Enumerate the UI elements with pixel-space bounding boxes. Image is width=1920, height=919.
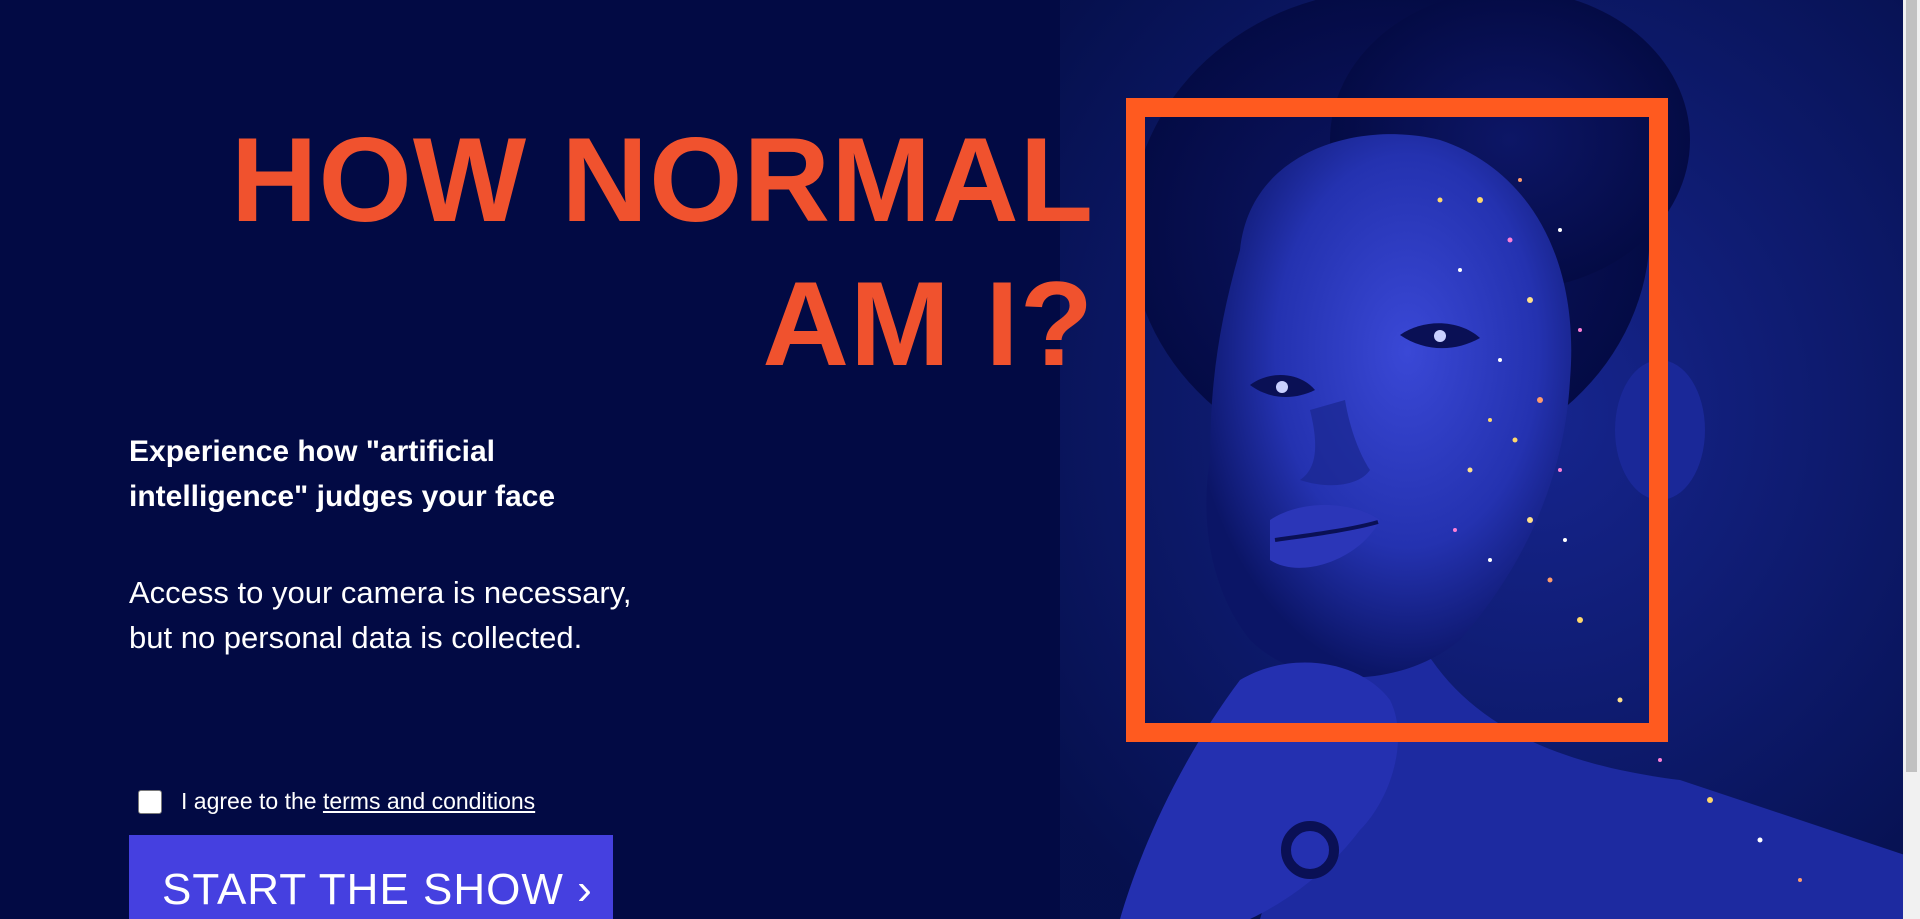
notice-line-1: Access to your camera is necessary, [129,575,632,610]
scrollbar-thumb[interactable] [1906,0,1917,772]
lead-line-1: Experience how "artificial [129,435,496,468]
notice-line-2: but no personal data is collected. [129,620,583,655]
lead-text: Experience how "artificial intelligence"… [129,429,689,519]
title-line-2: AM I? [762,257,1094,391]
scrollbar[interactable] [1903,0,1920,919]
lead-line-2: intelligence" judges your face [129,480,556,513]
terms-checkbox[interactable] [138,789,162,814]
terms-label: I agree to the terms and conditions [181,788,535,815]
title-line-1: HOW NORMAL [230,113,1094,247]
camera-notice: Access to your camera is necessary, but … [129,570,749,660]
terms-prefix: I agree to the [181,788,323,814]
terms-link[interactable]: terms and conditions [323,788,535,814]
landing-page: HOW NORMAL AM I? Experience how "artific… [0,0,1920,919]
terms-consent: I agree to the terms and conditions [138,788,535,815]
start-show-button[interactable]: START THE SHOW › [129,835,613,919]
face-detection-frame [1126,98,1668,742]
page-title: HOW NORMAL AM I? [231,108,1094,396]
